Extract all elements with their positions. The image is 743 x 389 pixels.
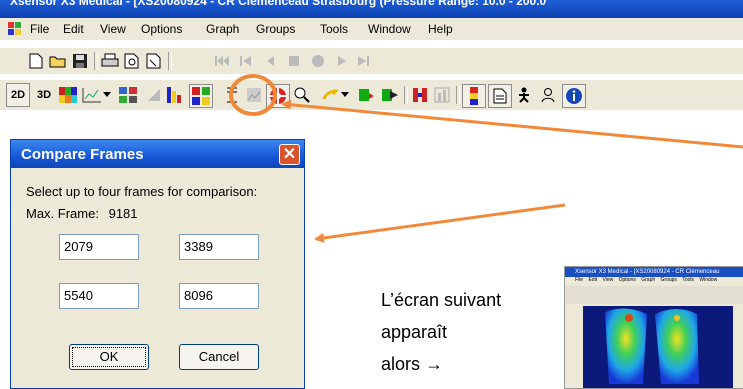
arrow-to-icon [281, 99, 743, 149]
annotation-overlay [229, 74, 743, 243]
highlight-circle [229, 74, 277, 116]
arrow-to-dialog [314, 203, 566, 243]
